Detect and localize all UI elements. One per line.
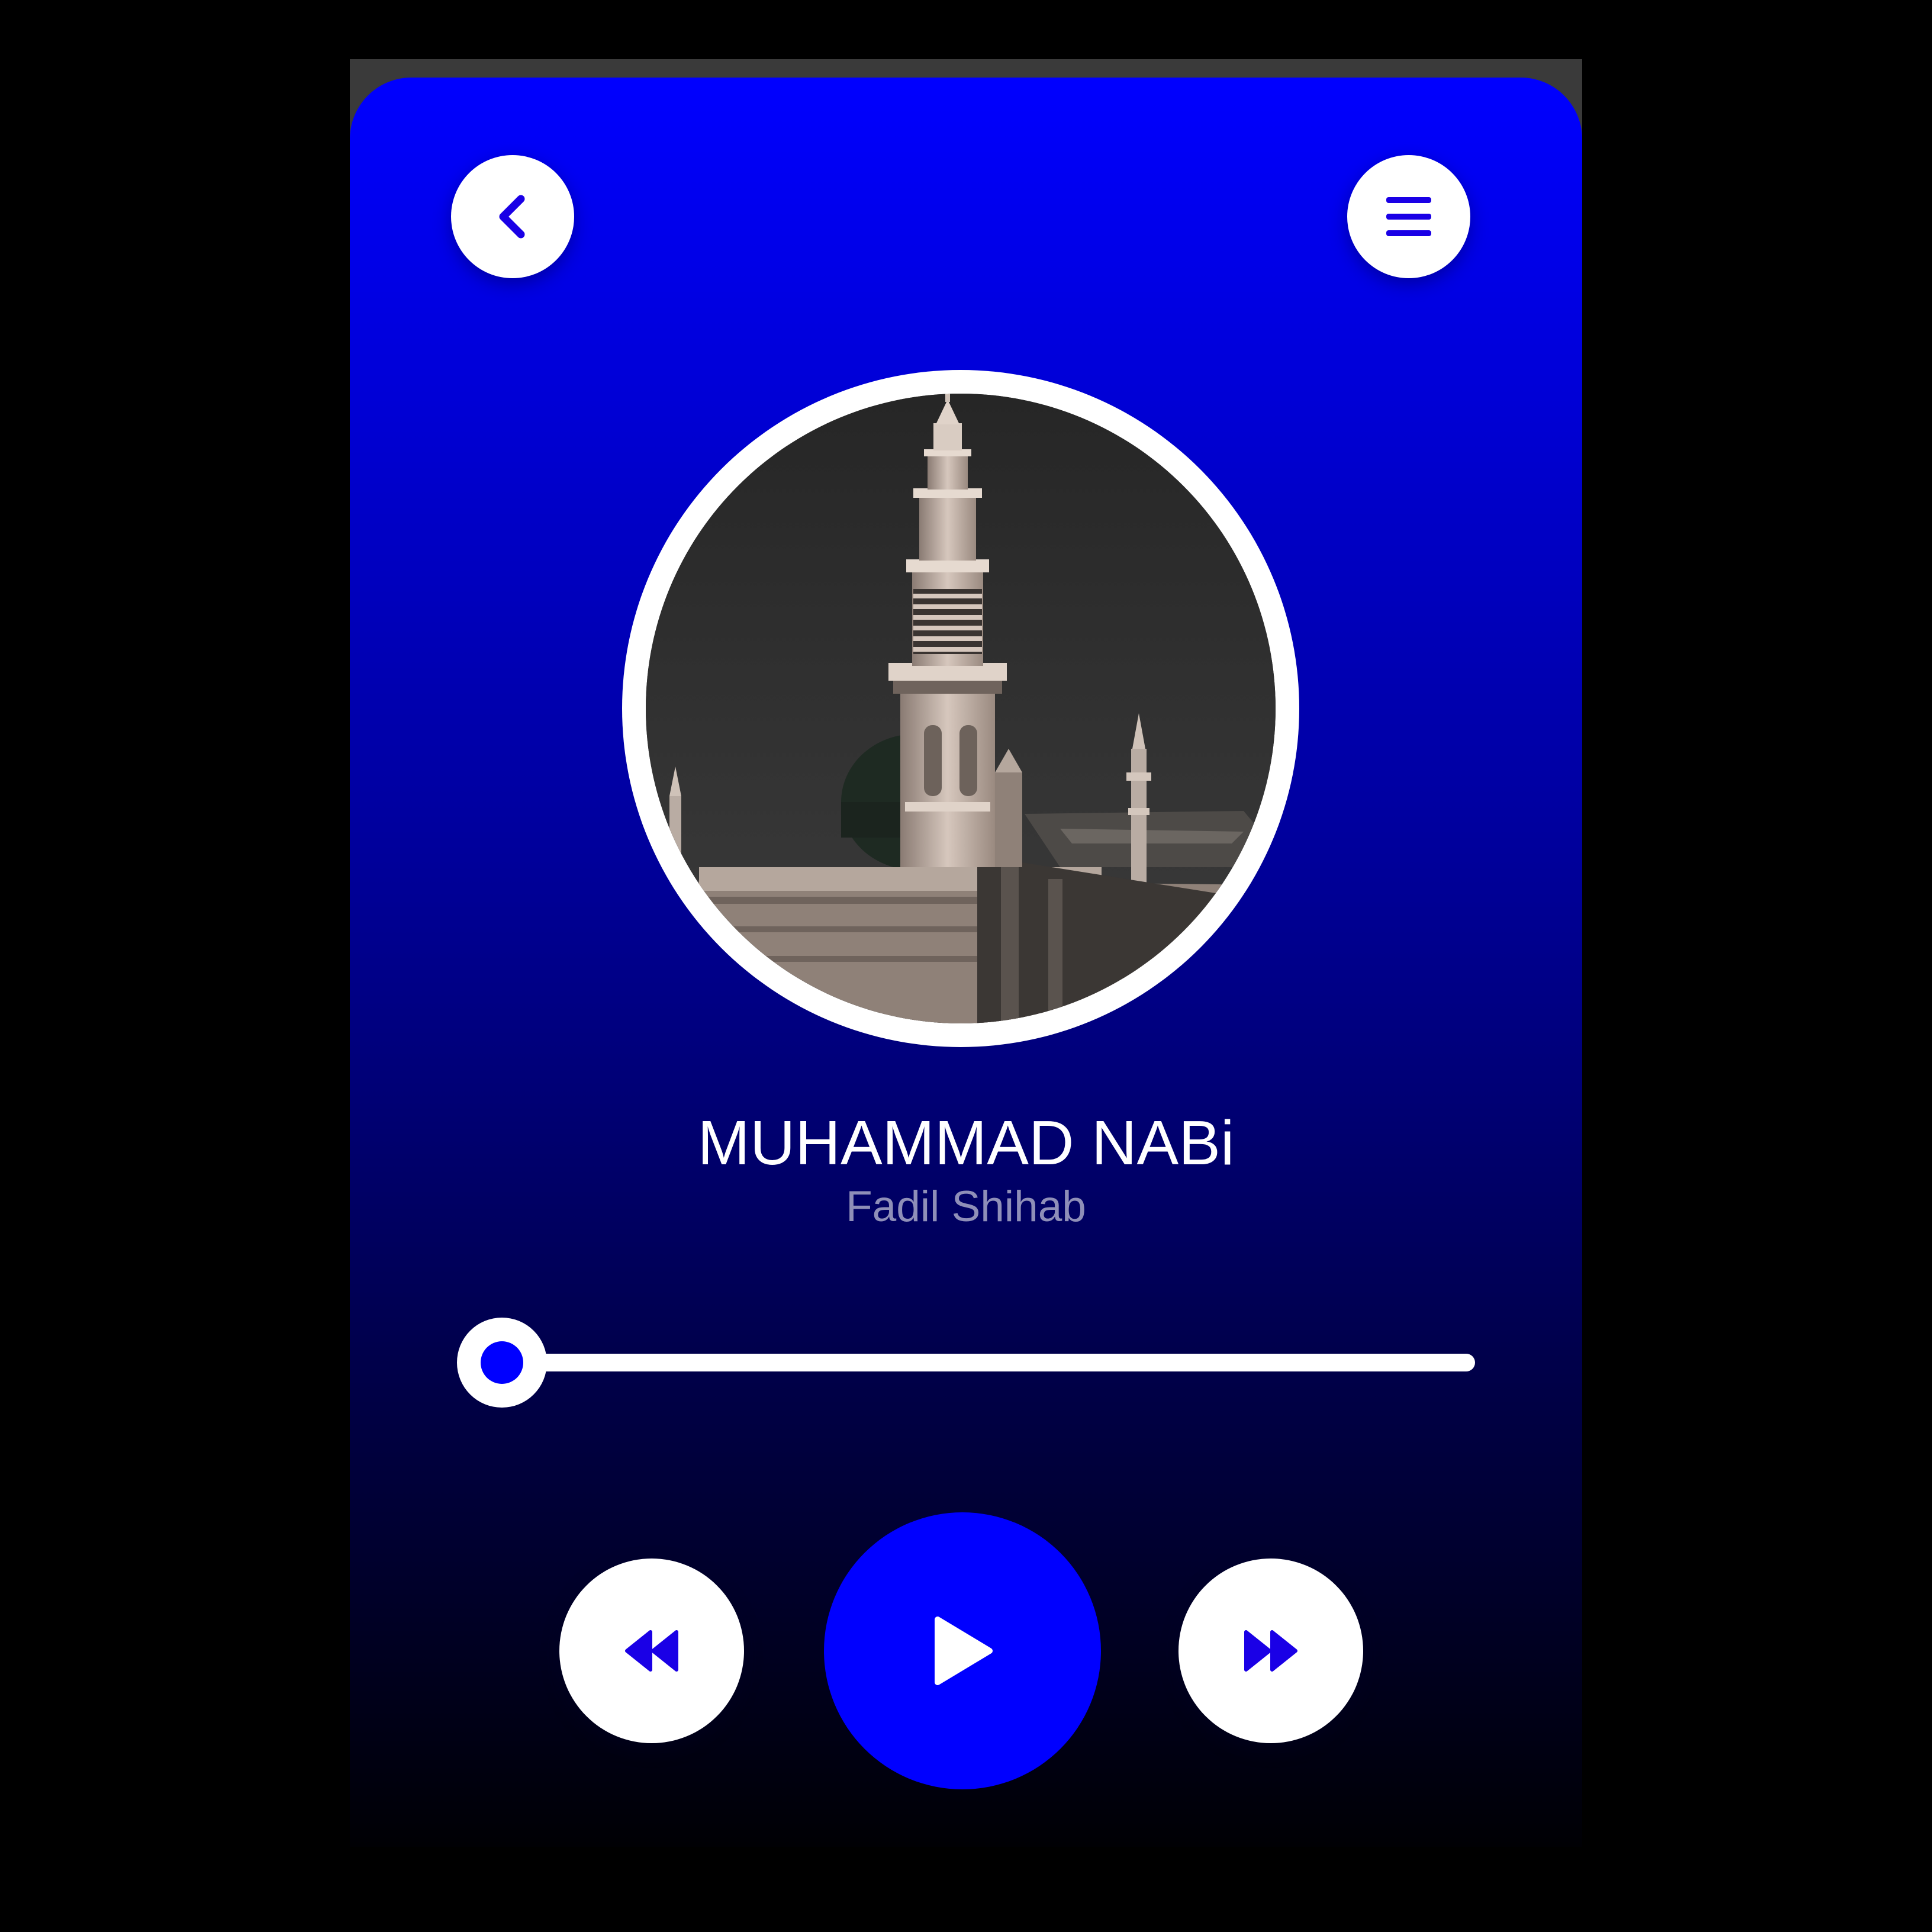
back-button[interactable]	[451, 155, 574, 278]
rewind-button[interactable]	[559, 1559, 744, 1743]
music-player-card: MUHAMMAD NABi Fadil Shihab	[350, 78, 1582, 1847]
progress-thumb[interactable]	[457, 1318, 547, 1408]
play-icon	[932, 1616, 993, 1686]
chevron-left-icon	[495, 194, 530, 239]
menu-button[interactable]	[1347, 155, 1470, 278]
progress-thumb-dot	[481, 1341, 523, 1384]
fast-forward-icon	[1244, 1630, 1298, 1672]
track-artist: Fadil Shihab	[846, 1183, 1086, 1231]
progress-track[interactable]	[475, 1354, 1475, 1371]
hamburger-menu-icon	[1385, 196, 1432, 237]
mosque-minaret-photo	[646, 394, 1276, 1023]
play-button[interactable]	[824, 1512, 1101, 1789]
fast-forward-button[interactable]	[1178, 1559, 1363, 1743]
album-artwork-ring	[622, 370, 1299, 1047]
album-artwork	[646, 394, 1276, 1023]
track-title: MUHAMMAD NABi	[697, 1108, 1235, 1178]
rewind-icon	[624, 1630, 679, 1672]
